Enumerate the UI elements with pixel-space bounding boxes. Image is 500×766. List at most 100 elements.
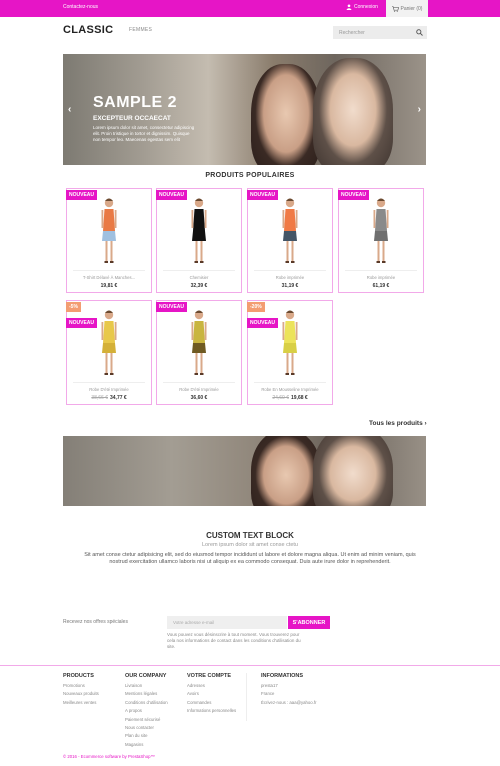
footer-link[interactable]: Conditions d'utilisation bbox=[125, 699, 168, 707]
footer-link[interactable]: Nous contacter bbox=[125, 724, 168, 732]
product-price: 31,19 € bbox=[248, 283, 332, 289]
footer-link[interactable]: Informations personnelles bbox=[187, 707, 236, 715]
custom-text-title: CUSTOM TEXT BLOCK bbox=[206, 531, 294, 540]
footer-link: France bbox=[261, 691, 275, 697]
product-name[interactable]: Robe imprimée bbox=[248, 275, 332, 280]
top-bar: Contactez-nous Connexion Panier (0) bbox=[0, 0, 500, 17]
footer-info-column: INFORMATIONS presta17 France Écrivez-nous … bbox=[261, 673, 316, 707]
footer-link[interactable]: Commandes bbox=[187, 699, 236, 707]
card-divider bbox=[73, 270, 145, 271]
product-name[interactable]: Robe En Mousseline Imprimée bbox=[248, 387, 332, 392]
product-card[interactable]: NOUVEAU Chemisier 32,39 € bbox=[156, 188, 242, 293]
all-products-link[interactable]: Tous les produits › bbox=[369, 420, 427, 427]
newsletter-placeholder: Votre adresse e-mail bbox=[173, 620, 215, 625]
product-image[interactable] bbox=[158, 190, 240, 270]
cart-label: Panier (0) bbox=[400, 5, 423, 12]
product-image[interactable] bbox=[249, 302, 331, 382]
product-image[interactable] bbox=[68, 302, 150, 382]
new-badge: NOUVEAU bbox=[66, 190, 98, 200]
product-card[interactable]: -5% NOUVEAU Robe D'été Imprimée 38,66 €34,7… bbox=[66, 300, 152, 405]
product-card[interactable]: NOUVEAU Robe imprimée 61,19 € bbox=[338, 188, 424, 293]
footer-link[interactable]: Nouveaux produits bbox=[63, 690, 99, 698]
subscribe-button[interactable]: S'ABONNER bbox=[288, 616, 330, 629]
promo-banner[interactable] bbox=[63, 436, 426, 506]
old-price: 38,66 € bbox=[91, 395, 108, 401]
footer-divider bbox=[0, 665, 500, 666]
product-card[interactable]: NOUVEAU T-Shirt Délavé À Manches... 19,81 … bbox=[66, 188, 152, 293]
new-badge: NOUVEAU bbox=[66, 318, 98, 328]
footer-link[interactable]: Magasins bbox=[125, 741, 168, 749]
cart-button[interactable]: Panier (0) bbox=[386, 0, 428, 17]
product-card[interactable]: NOUVEAU Robe D'été Imprimée 36,60 € bbox=[156, 300, 242, 405]
slider-next-arrow-icon[interactable]: › bbox=[418, 104, 421, 115]
footer-link[interactable]: Promotions bbox=[63, 682, 99, 690]
nav-item-femmes[interactable]: FEMMES bbox=[129, 27, 152, 33]
discount-badge: -5% bbox=[66, 302, 81, 312]
footer-link[interactable]: Adresses bbox=[187, 682, 236, 690]
current-price: 36,60 € bbox=[190, 395, 208, 401]
product-price: 61,19 € bbox=[339, 283, 423, 289]
card-divider bbox=[254, 382, 326, 383]
footer-link: presta17 bbox=[261, 683, 278, 688]
footer-link[interactable]: Mentions légales bbox=[125, 690, 168, 698]
contact-link[interactable]: Contactez-nous bbox=[63, 4, 98, 10]
footer-account-column: VOTRE COMPTE Adresses Avoirs Commandes Info… bbox=[187, 673, 236, 716]
footer-link[interactable]: Meilleures ventes bbox=[63, 699, 99, 707]
newsletter-label: Recevez nos offres spéciales bbox=[63, 619, 128, 625]
footer-company-column: OUR COMPANY Livraison Mentions légales Con… bbox=[125, 673, 168, 749]
footer-products-heading: PRODUCTS bbox=[63, 673, 94, 679]
banner-model-image-right bbox=[313, 436, 393, 506]
custom-text-body: Sit amet conse ctetur adipisicing elit, … bbox=[84, 552, 416, 566]
old-price: 24,60 € bbox=[272, 395, 289, 401]
card-divider bbox=[73, 382, 145, 383]
footer-link[interactable]: Plan du site bbox=[125, 732, 168, 740]
copyright-link[interactable]: © 2016 - Ecommerce software by PrestaSho… bbox=[63, 754, 155, 759]
discount-badge: -20% bbox=[247, 302, 265, 312]
sign-in-link[interactable]: Connexion bbox=[346, 4, 378, 10]
shop-logo[interactable]: CLASSIC bbox=[63, 24, 113, 36]
footer-link[interactable]: Avoirs bbox=[187, 690, 236, 698]
product-image[interactable] bbox=[249, 190, 331, 270]
product-price: 38,66 €34,77 € bbox=[67, 395, 151, 401]
new-badge: NOUVEAU bbox=[156, 190, 188, 200]
footer-link[interactable]: A propos bbox=[125, 707, 168, 715]
product-name[interactable]: Robe D'été Imprimée bbox=[157, 387, 241, 392]
cart-icon bbox=[391, 5, 399, 12]
sign-in-label: Connexion bbox=[354, 4, 378, 10]
product-card[interactable]: NOUVEAU Robe imprimée 31,19 € bbox=[247, 188, 333, 293]
current-price: 61,19 € bbox=[372, 283, 390, 289]
product-price: 36,60 € bbox=[157, 395, 241, 401]
user-icon bbox=[346, 4, 352, 10]
product-price: 24,60 €19,68 € bbox=[248, 395, 332, 401]
product-name[interactable]: T-Shirt Délavé À Manches... bbox=[67, 275, 151, 280]
newsletter-email-input[interactable]: Votre adresse e-mail bbox=[167, 616, 287, 629]
footer-link[interactable]: Livraison bbox=[125, 682, 168, 690]
new-badge: NOUVEAU bbox=[156, 302, 188, 312]
slider-prev-arrow-icon[interactable]: ‹ bbox=[68, 104, 71, 115]
footer-link[interactable]: Paiement sécurisé bbox=[125, 716, 168, 724]
product-name[interactable]: Robe D'été Imprimée bbox=[67, 387, 151, 392]
product-name[interactable]: Chemisier bbox=[157, 275, 241, 280]
hero-slider[interactable]: ‹ › SAMPLE 2 EXCEPTEUR OCCAECAT Lorem ip… bbox=[63, 54, 426, 165]
hero-title: SAMPLE 2 bbox=[93, 94, 178, 111]
all-products-label: Tous les produits bbox=[369, 420, 423, 427]
product-image[interactable] bbox=[340, 190, 422, 270]
current-price: 31,19 € bbox=[281, 283, 299, 289]
product-image[interactable] bbox=[158, 302, 240, 382]
new-badge: NOUVEAU bbox=[338, 190, 370, 200]
hero-model-image-right bbox=[313, 58, 393, 165]
newsletter-note: Vous pouvez vous désinscrire à tout mome… bbox=[167, 632, 301, 650]
new-badge: NOUVEAU bbox=[247, 190, 279, 200]
card-divider bbox=[345, 270, 417, 271]
footer-info-heading: INFORMATIONS bbox=[261, 673, 304, 679]
current-price: 19,81 € bbox=[100, 283, 118, 289]
product-image[interactable] bbox=[68, 190, 150, 270]
product-name[interactable]: Robe imprimée bbox=[339, 275, 423, 280]
product-card[interactable]: -20% NOUVEAU Robe En Mousseline Imprimée 24… bbox=[247, 300, 333, 405]
search-input[interactable]: Rechercher bbox=[333, 26, 427, 39]
card-divider bbox=[254, 270, 326, 271]
hero-subtitle: EXCEPTEUR OCCAECAT bbox=[93, 115, 171, 122]
popular-products-title: PRODUITS POPULAIRES bbox=[205, 172, 295, 179]
footer-products-column: PRODUCTS Promotions Nouveaux produits Meil… bbox=[63, 673, 99, 707]
search-icon[interactable] bbox=[416, 29, 423, 36]
